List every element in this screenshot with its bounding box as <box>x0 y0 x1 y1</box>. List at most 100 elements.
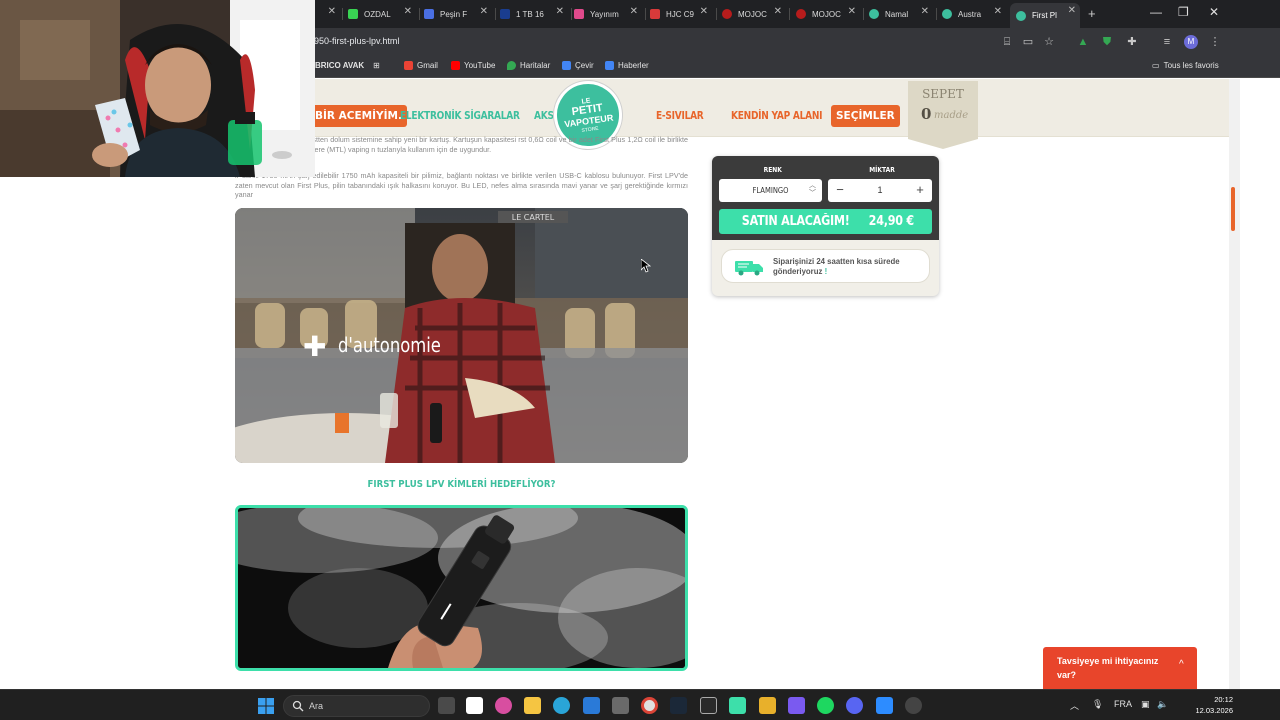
cart-widget[interactable]: SEPET 0 madde <box>908 81 978 149</box>
quantity-minus-button[interactable]: − <box>832 182 848 198</box>
bookmark-haberler[interactable]: Haberler <box>605 61 649 70</box>
nav-beginner[interactable]: BİR ACEMİYİM. <box>310 105 407 127</box>
network-icon[interactable]: ▣ <box>1141 699 1150 710</box>
windows-start-icon[interactable] <box>258 698 274 714</box>
tab-ozdal[interactable]: OZDAL ✕ <box>348 4 416 24</box>
r-app-icon[interactable] <box>759 697 776 714</box>
url-field[interactable]: 950-first-plus-lpv.html <box>314 36 399 46</box>
tab-pesin[interactable]: Peşin F ✕ <box>424 4 492 24</box>
nav-e-liquids[interactable]: E-SIVILAR <box>656 110 704 122</box>
steam-icon[interactable] <box>670 697 687 714</box>
tab-close-icon[interactable]: ✕ <box>556 6 564 17</box>
language-indicator[interactable]: FRA <box>1114 699 1132 709</box>
product-video-1[interactable]: LE CARTEL ✚ d'autonomie <box>235 208 688 463</box>
calendar-app-icon[interactable] <box>466 697 483 714</box>
chevron-up-icon: ^ <box>1179 659 1184 670</box>
nav-selections[interactable]: SEÇİMLER <box>831 105 900 127</box>
bookmark-brico[interactable]: BRICO AVAK <box>315 61 364 70</box>
tab-close-icon[interactable]: ✕ <box>700 6 708 17</box>
spotify-icon[interactable] <box>817 697 834 714</box>
color-select[interactable]: FLAMINGO ︿ ﹀ <box>719 179 822 202</box>
scroll-thumb[interactable] <box>1231 187 1235 231</box>
tab-close-icon[interactable]: ✕ <box>630 6 638 17</box>
shield-extension-icon[interactable]: ⛊ <box>1100 35 1114 49</box>
tab-namal[interactable]: Namal ✕ <box>869 4 933 24</box>
file-explorer-icon[interactable] <box>524 697 541 714</box>
chrome-browser-icon[interactable] <box>641 697 658 714</box>
buy-button[interactable]: SATIN ALACAĞIM! 24,90 € <box>719 209 932 234</box>
bookmark-cevir[interactable]: Çevir <box>562 61 594 70</box>
buy-button-label: SATIN ALACAĞIM! <box>742 214 851 229</box>
tab-close-icon[interactable]: ✕ <box>921 6 929 17</box>
purchase-box: RENK MİKTAR FLAMINGO ︿ ﹀ − 1 + SATIN ALAC… <box>712 156 939 296</box>
green-app-icon[interactable] <box>729 697 746 714</box>
nav-diy[interactable]: KENDİN YAP ALANI <box>731 110 822 122</box>
tab-close-icon[interactable]: ✕ <box>328 6 336 17</box>
nav-e-cigarettes[interactable]: ELEKTRONİK SİGARALAR <box>400 110 520 122</box>
epic-games-icon[interactable] <box>700 697 717 714</box>
quantity-label: MİKTAR <box>869 166 895 174</box>
task-view-icon[interactable] <box>438 697 455 714</box>
edge-browser-icon[interactable] <box>553 697 570 714</box>
taskbar-search[interactable]: Ara <box>283 695 430 717</box>
video-camera-app-icon[interactable] <box>876 697 893 714</box>
mail-app-icon[interactable] <box>583 697 600 714</box>
menu-kebab-icon[interactable]: ⋮ <box>1208 35 1222 49</box>
clock-date[interactable]: 12.03.2026 <box>1177 706 1233 715</box>
bookmark-star-icon[interactable]: ☆ <box>1042 35 1056 49</box>
quantity-plus-button[interactable]: + <box>912 182 928 198</box>
tab-1tb[interactable]: 1 TB 16 ✕ <box>500 4 568 24</box>
media-control-icon[interactable]: ≡ <box>1160 35 1174 49</box>
tab-close-icon[interactable]: ✕ <box>994 6 1002 17</box>
page-scrollbar[interactable] <box>1229 79 1240 689</box>
circle-app-icon[interactable] <box>846 697 863 714</box>
tab-close-icon[interactable]: ✕ <box>848 6 856 17</box>
bookmark-youtube[interactable]: YouTube <box>451 61 495 70</box>
minimize-button[interactable]: — <box>1150 5 1162 19</box>
tab-favicon-icon <box>650 9 660 19</box>
tab-hjc[interactable]: HJC C9 ✕ <box>650 4 712 24</box>
tab-mojoc-2[interactable]: MOJOC ✕ <box>796 4 860 24</box>
tab-first-plus-active[interactable]: First Pl ✕ <box>1010 3 1080 28</box>
tab-close-icon[interactable]: ✕ <box>404 6 412 17</box>
nav-accessories[interactable]: AKS <box>534 110 554 122</box>
all-bookmarks-folder[interactable]: ▭ Tous les favoris <box>1152 61 1219 70</box>
clock-time[interactable]: 20:12 <box>1183 695 1233 704</box>
purchase-box-top: RENK MİKTAR FLAMINGO ︿ ﹀ − 1 + SATIN ALAC… <box>712 156 939 240</box>
new-tab-button[interactable]: + <box>1088 6 1096 21</box>
volume-icon[interactable]: 🔈 <box>1157 699 1168 710</box>
cart-count: 0 <box>921 105 932 123</box>
tab-close-icon[interactable]: ✕ <box>774 6 782 17</box>
microphone-icon[interactable]: 🎙 <box>1092 699 1103 710</box>
settings-gear-icon[interactable] <box>612 697 629 714</box>
color-select-value: FLAMINGO <box>752 186 789 195</box>
tab-0[interactable]: ✕ <box>318 4 340 24</box>
quantity-value[interactable]: 1 <box>868 185 892 195</box>
tray-chevron-icon[interactable]: ︿ <box>1070 699 1079 712</box>
close-window-button[interactable]: ✕ <box>1209 5 1219 19</box>
cast-icon[interactable]: ▭ <box>1021 35 1035 49</box>
maps-pin-icon <box>507 61 516 70</box>
video-overlay-text: d'autonomie <box>338 333 441 357</box>
bookmark-label: Haritalar <box>520 61 551 70</box>
tab-yayinim[interactable]: Yayınım ✕ <box>574 4 642 24</box>
tab-mojoc-1[interactable]: MOJOC ✕ <box>722 4 786 24</box>
restore-button[interactable]: ❐ <box>1178 5 1189 19</box>
grid-app-icon[interactable] <box>788 697 805 714</box>
tab-austra[interactable]: Austra ✕ <box>942 4 1006 24</box>
drive-extension-icon[interactable]: ▲ <box>1076 35 1090 49</box>
tab-close-icon[interactable]: ✕ <box>480 6 488 17</box>
bookmark-haritalar[interactable]: Haritalar <box>507 61 550 70</box>
extensions-puzzle-icon[interactable]: ✚ <box>1125 35 1139 49</box>
plus-icon: ✚ <box>303 331 327 362</box>
copilot-icon[interactable] <box>495 697 512 714</box>
apps-grid-icon[interactable]: ⊞ <box>373 61 380 70</box>
obs-icon[interactable] <box>905 697 922 714</box>
shipping-text-body: Siparişinizi 24 saatten kısa sürede gönd… <box>773 257 900 276</box>
tab-close-icon[interactable]: ✕ <box>1068 5 1076 16</box>
profile-avatar[interactable]: M <box>1184 35 1198 49</box>
translate-icon[interactable]: ⌸ <box>1000 35 1014 49</box>
product-video-2[interactable] <box>235 505 688 671</box>
bookmark-gmail[interactable]: Gmail <box>404 61 438 70</box>
chat-help-button[interactable]: Tavsiyeye mi ihtiyacınız var? ^ <box>1043 647 1197 689</box>
